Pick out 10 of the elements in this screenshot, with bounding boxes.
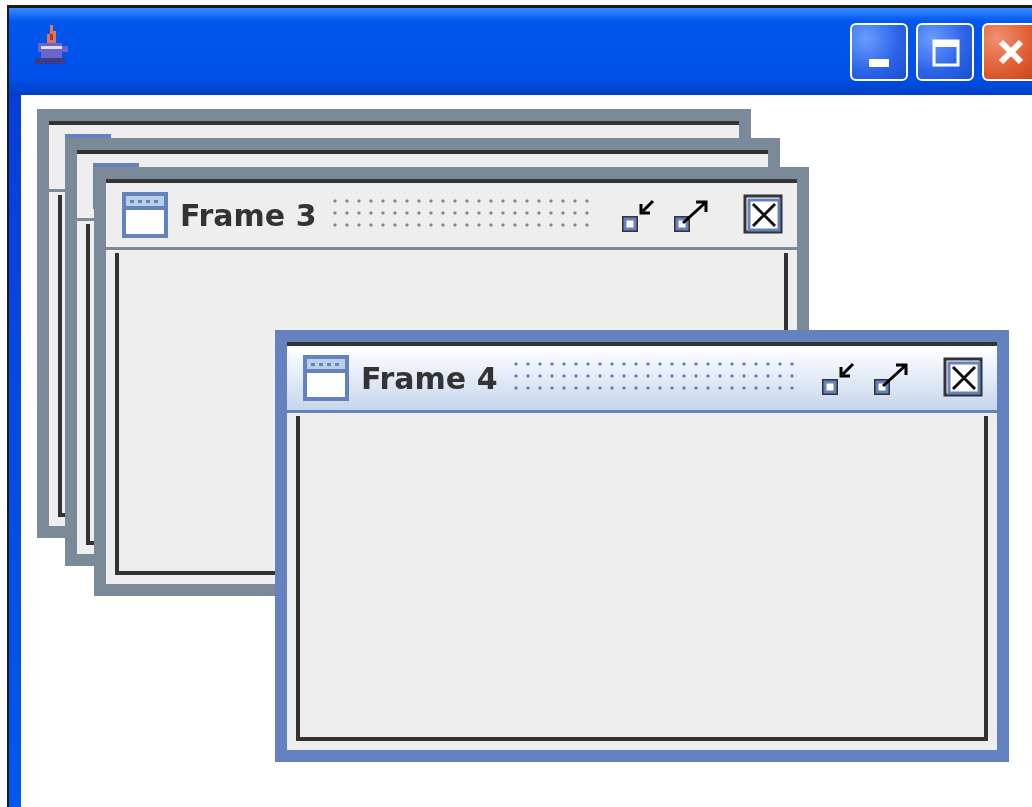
frame-title: Frame 3 [180, 197, 317, 233]
window-icon [122, 192, 168, 238]
maximize-button[interactable] [916, 22, 974, 81]
frame-title: Frame 4 [361, 360, 498, 396]
close-frame-button[interactable] [743, 194, 785, 236]
window-icon [303, 355, 349, 401]
close-frame-button[interactable] [943, 357, 985, 399]
minimize-icon [869, 58, 889, 67]
minimize-button[interactable] [850, 22, 908, 81]
close-button[interactable] [982, 22, 1032, 81]
